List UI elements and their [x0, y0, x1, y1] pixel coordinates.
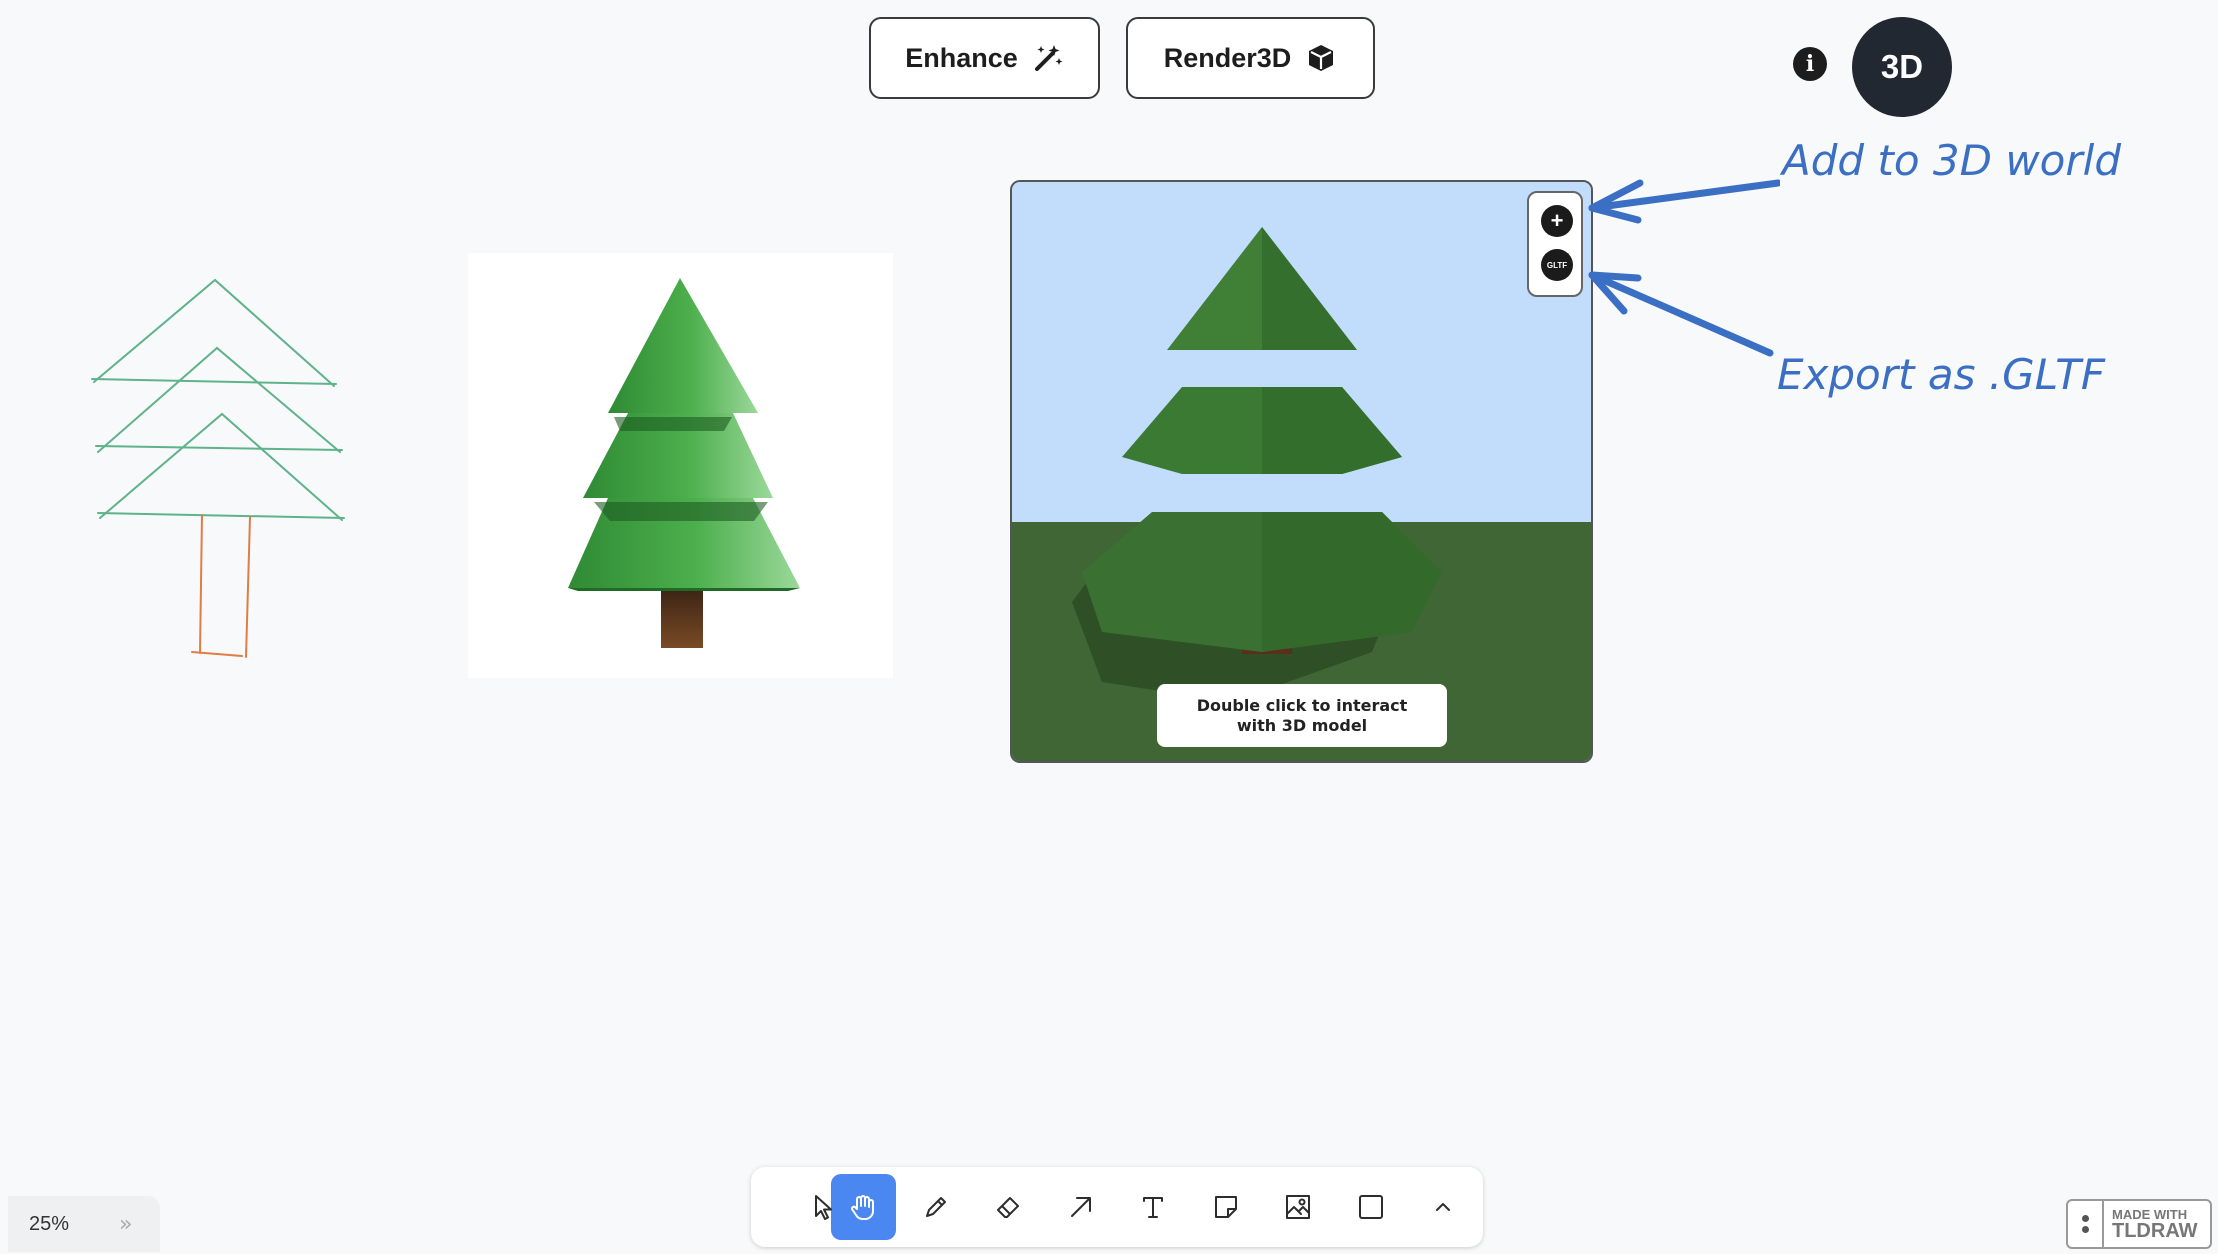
render3d-button[interactable]: Render3D [1126, 17, 1375, 99]
magic-wand-icon [1034, 45, 1063, 71]
plus-icon: + [1550, 208, 1564, 233]
3d-tree-scene [1012, 182, 1591, 761]
rectangle-icon [1358, 1195, 1383, 1219]
expand-icon[interactable]: » [119, 1212, 132, 1237]
badge-line2: TLDRAW [2112, 1219, 2198, 1242]
info-button[interactable]: i [1793, 47, 1827, 81]
badge-line1: MADE WITH [2112, 1206, 2188, 1222]
tool-text[interactable] [1121, 1174, 1186, 1240]
add-to-world-button[interactable]: + [1541, 205, 1573, 237]
made-with-tldraw-badge[interactable]: MADE WITH TLDRAW [2066, 1199, 2212, 1249]
image-icon [1286, 1195, 1311, 1219]
generated-tree-image[interactable] [468, 253, 893, 678]
sketch-tree[interactable] [80, 270, 360, 670]
text-icon [1143, 1197, 1164, 1218]
render3d-label: Render3D [1163, 42, 1292, 73]
3d-model-viewport[interactable] [1010, 180, 1593, 763]
interact-hint: Double click to interact with 3D model [1157, 684, 1447, 747]
info-icon: i [1805, 51, 1815, 77]
viewport-action-panel: + GLTF [1527, 191, 1583, 297]
cursor-icon [815, 1195, 832, 1220]
export-gltf-button[interactable]: GLTF [1541, 249, 1573, 281]
tool-image[interactable] [1266, 1174, 1331, 1240]
tool-note[interactable] [1193, 1174, 1258, 1240]
tool-more[interactable] [1411, 1174, 1476, 1240]
tool-arrow[interactable] [1048, 1174, 1113, 1240]
annotation-export-gltf: Export as .GLTF [1777, 350, 2106, 399]
annotation-add-world: Add to 3D world [1782, 136, 2121, 185]
pencil-icon [925, 1197, 946, 1217]
arrow-icon [1070, 1197, 1091, 1217]
enhance-label: Enhance [905, 42, 1018, 73]
annotation-arrows [1588, 179, 1780, 357]
toolbar [751, 1167, 1483, 1247]
sticky-note-icon [1214, 1196, 1237, 1218]
chevron-up-icon [1435, 1203, 1450, 1211]
tool-eraser[interactable] [976, 1174, 1041, 1240]
mode-3d-label: 3D [1880, 48, 1924, 85]
tldraw-logo-icon [2068, 1201, 2104, 1247]
tldraw-badge-text: MADE WITH TLDRAW [2112, 1208, 2198, 1241]
interact-hint-text: Double click to interact with 3D model [1196, 695, 1408, 735]
arrow-to-export [1588, 271, 1774, 357]
zoom-panel[interactable]: 25% » [8, 1196, 160, 1252]
tool-select[interactable] [790, 1174, 856, 1240]
mode-3d-button[interactable]: 3D [1852, 17, 1952, 117]
eraser-icon [997, 1197, 1020, 1218]
zoom-level[interactable]: 25% [29, 1213, 69, 1236]
tool-rectangle[interactable] [1338, 1174, 1403, 1240]
enhance-button[interactable]: Enhance [869, 17, 1100, 99]
cube-icon [1309, 45, 1334, 71]
gltf-label: GLTF [1546, 260, 1568, 270]
tool-draw[interactable] [903, 1174, 968, 1240]
